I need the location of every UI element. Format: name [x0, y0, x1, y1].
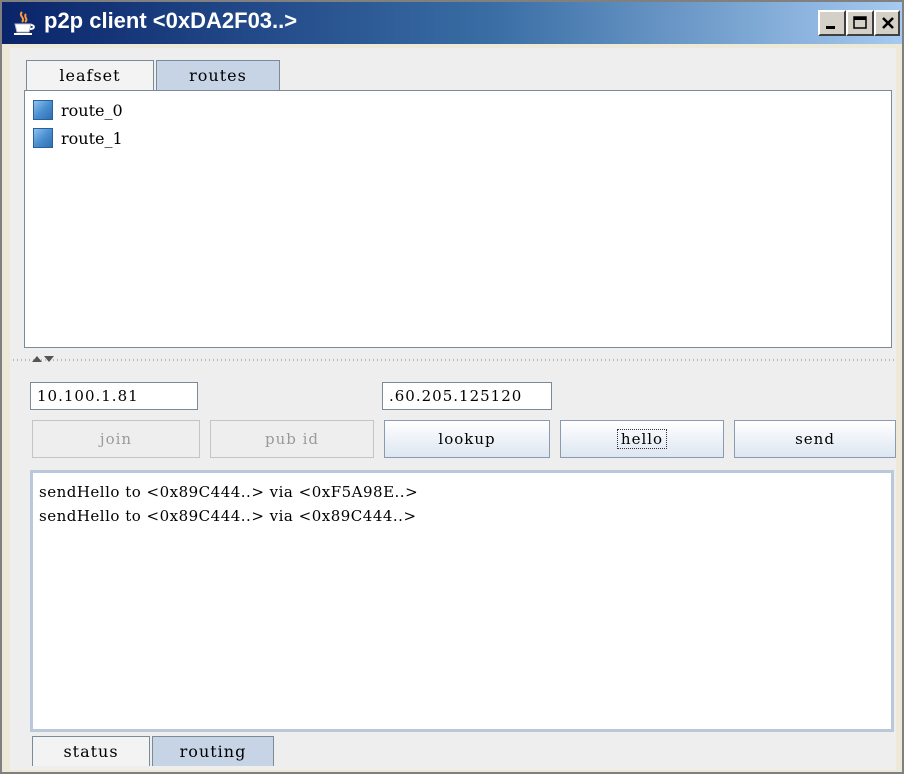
- app-window: p2p client <0xDA2F03..> leafset routes r…: [0, 0, 904, 774]
- list-item[interactable]: route_0: [33, 97, 123, 123]
- close-icon: [882, 17, 894, 29]
- tab-label: routes: [189, 66, 247, 85]
- java-cup-icon: [14, 11, 35, 35]
- split-pane-divider[interactable]: [10, 354, 896, 366]
- file-icon: [33, 128, 53, 148]
- tab-routes[interactable]: routes: [156, 60, 280, 90]
- tab-routing[interactable]: routing: [152, 736, 274, 766]
- target-address-field[interactable]: .60.205.125120: [382, 382, 552, 410]
- maximize-button[interactable]: [846, 10, 874, 36]
- tab-label: status: [63, 742, 119, 761]
- tab-label: leafset: [59, 66, 121, 85]
- route-label: route_0: [61, 100, 123, 120]
- hello-button-label: hello: [616, 429, 668, 449]
- lookup-button[interactable]: lookup: [384, 420, 550, 458]
- send-button[interactable]: send: [734, 420, 896, 458]
- hello-button[interactable]: hello: [560, 420, 724, 458]
- divider-down-arrow-icon[interactable]: [44, 356, 54, 362]
- routing-log: sendHello to <0x89C444..> via <0xF5A98E.…: [30, 470, 894, 732]
- tab-status[interactable]: status: [32, 736, 150, 766]
- route-label: route_1: [61, 128, 123, 148]
- list-item[interactable]: route_1: [33, 125, 123, 151]
- tab-label: routing: [179, 742, 247, 761]
- tab-leafset[interactable]: leafset: [26, 60, 154, 90]
- bootstrap-address-field[interactable]: 10.100.1.81: [30, 382, 198, 410]
- file-icon: [33, 100, 53, 120]
- divider-up-arrow-icon[interactable]: [32, 356, 42, 362]
- log-line: sendHello to <0x89C444..> via <0xF5A98E.…: [39, 483, 419, 501]
- minimize-icon: [826, 26, 835, 29]
- routes-list: route_0 route_1: [24, 90, 892, 348]
- maximize-icon: [853, 16, 867, 29]
- join-button[interactable]: join: [32, 420, 200, 458]
- title-bar[interactable]: p2p client <0xDA2F03..>: [2, 2, 902, 44]
- close-button[interactable]: [874, 10, 900, 36]
- pub-id-button[interactable]: pub id: [210, 420, 374, 458]
- window-title: p2p client <0xDA2F03..>: [44, 8, 298, 33]
- minimize-button[interactable]: [818, 10, 846, 36]
- log-line: sendHello to <0x89C444..> via <0x89C444.…: [39, 507, 417, 525]
